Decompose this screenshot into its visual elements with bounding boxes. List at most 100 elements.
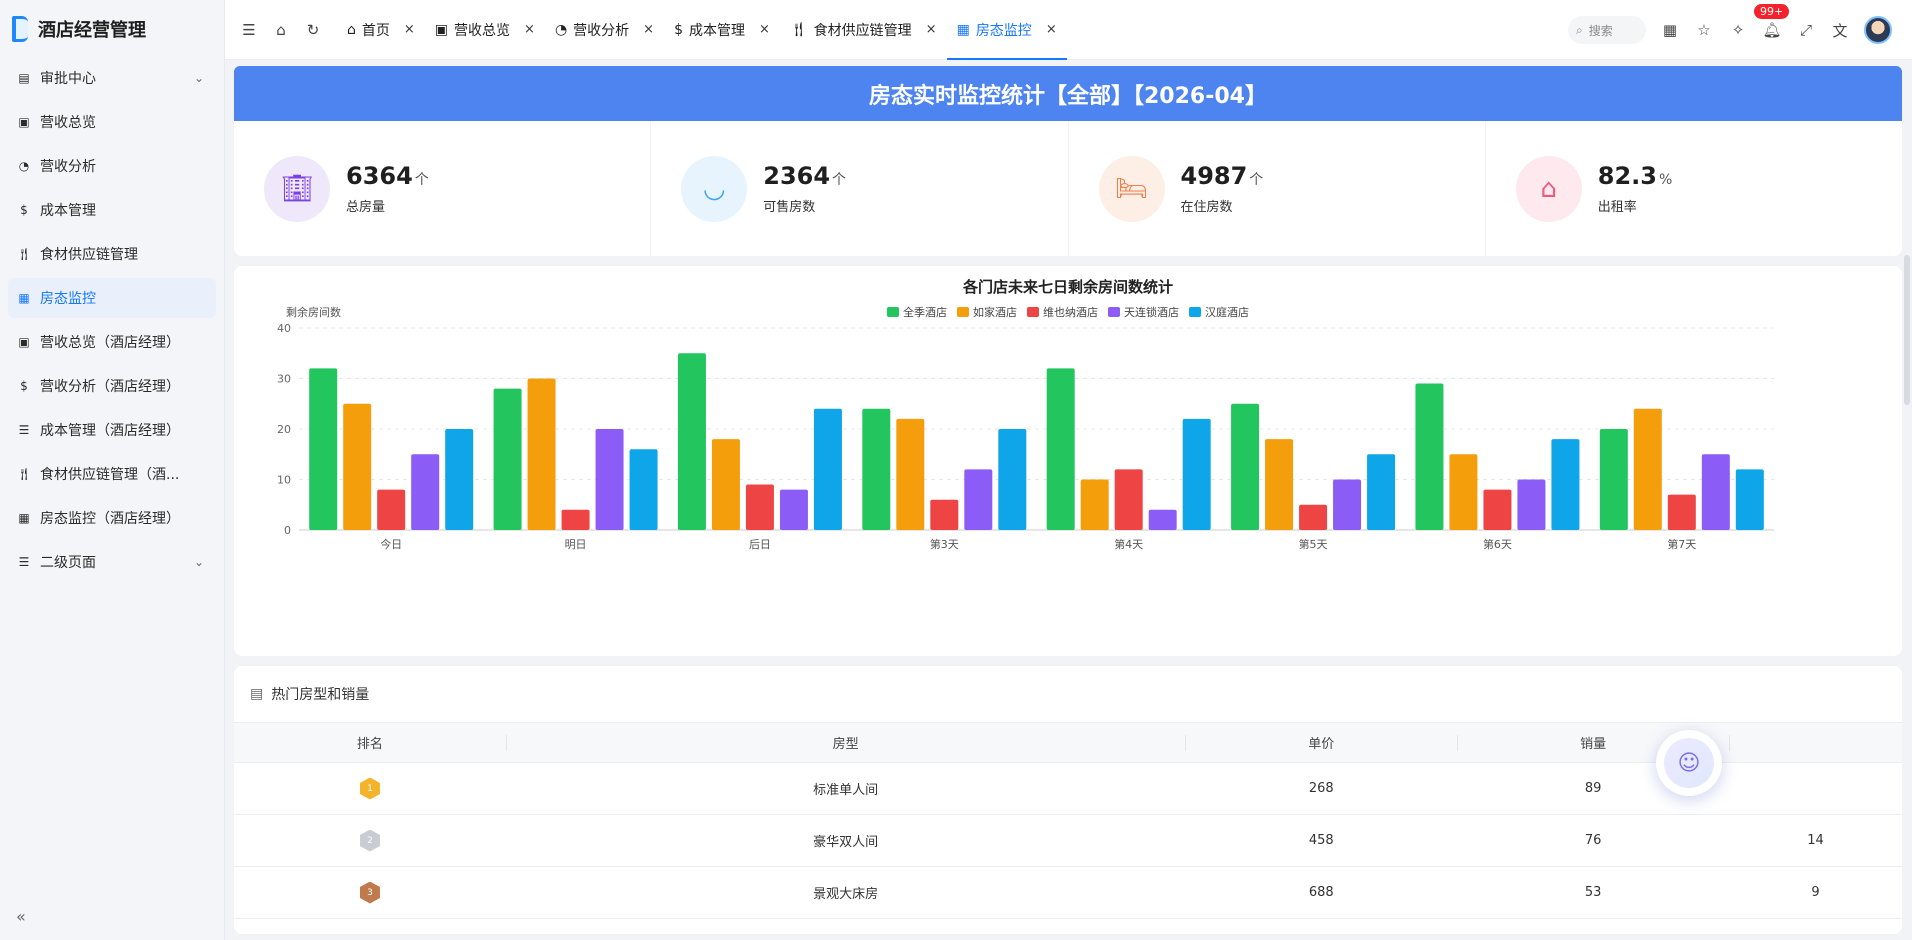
sidebar-item-7[interactable]: $ 营收分析（酒店经理） [8, 366, 216, 406]
tab-4[interactable]: 🍴︎ 食材供应链管理 × [780, 0, 947, 60]
tab-label: 房态监控 [975, 22, 1032, 39]
banner-title: 房态实时监控统计【全部】【2026-04】 [869, 83, 1267, 109]
bar-2-0 [377, 489, 406, 530]
close-icon[interactable]: × [759, 22, 770, 37]
top-room-types-card: ▤ 热门房型和销量 排名 房型 单价 销量 1 标准单人间 268 89 2 豪华双人间 458 7… [234, 666, 1902, 934]
calendar-icon: ▦ [18, 291, 30, 305]
tab-bar: ⌂ 首页 × ▣ 营收总览 × ◔ 营收分析 × $ 成本管理 × 🍴︎ 食材供应链管理 × ▦ 房态监控 × [337, 0, 1067, 60]
stat-value: 2364 [763, 162, 831, 190]
stat-label: 可售房数 [763, 200, 816, 215]
sidebar-item-label: 食材供应链管理 [40, 247, 138, 263]
utensils-icon: 🍴︎ [789, 21, 808, 38]
search-button[interactable]: ⌕ 搜索 [1568, 16, 1646, 44]
sidebar-item-5[interactable]: ▦ 房态监控 [8, 278, 216, 318]
star-icon[interactable]: ☆ [1694, 20, 1714, 40]
y-tick-label: 40 [277, 322, 291, 335]
sidebar-item-label: 二级页面 [40, 555, 96, 571]
page-banner: 房态实时监控统计【全部】【2026-04】 [234, 66, 1902, 121]
sidebar-item-label: 成本管理（酒店经理） [40, 423, 180, 439]
table-row: 2 豪华双人间 458 76 14 [234, 814, 1902, 867]
close-icon[interactable]: × [643, 22, 654, 37]
room-type-cell: 标准单人间 [505, 762, 1186, 815]
close-icon[interactable]: × [1046, 22, 1057, 37]
bell-icon[interactable]: 🔔︎ 99+ [1754, 4, 1790, 40]
sidebar-item-8[interactable]: ☰ 成本管理（酒店经理） [8, 410, 216, 450]
sidebar-item-0[interactable]: ▤ 审批中心 ⌄ [8, 58, 216, 98]
tab-2[interactable]: ◔ 营收分析 × [545, 0, 664, 60]
sidebar-item-label: 营收总览（酒店经理） [40, 335, 180, 351]
room-type-table: 排名 房型 单价 销量 1 标准单人间 268 89 2 豪华双人间 458 76 14 3 景观大床房 6… [234, 722, 1902, 919]
translate-icon[interactable]: 文 [1830, 20, 1850, 40]
close-icon[interactable]: × [404, 22, 415, 37]
sidebar-item-6[interactable]: ▣ 营收总览（酒店经理） [8, 322, 216, 362]
sidebar-item-11[interactable]: ☰ 二级页面 ⌄ [8, 542, 216, 582]
collapse-sidebar-icon[interactable]: « [16, 907, 26, 926]
table-row: 3 景观大床房 688 53 9 [234, 866, 1902, 919]
sidebar-item-2[interactable]: ◔ 营收分析 [8, 146, 216, 186]
bar-0-0 [309, 368, 338, 530]
tab-5[interactable]: ▦ 房态监控 × [946, 0, 1067, 60]
tab-3[interactable]: $ 成本管理 × [664, 0, 780, 60]
sidebar-item-1[interactable]: ▣ 营收总览 [8, 102, 216, 142]
bar-0-4 [1046, 368, 1075, 530]
chevron-down-icon: ⌄ [194, 71, 205, 85]
sidebar-item-4[interactable]: 🍴︎ 食材供应链管理 [8, 234, 216, 274]
tab-label: 营收分析 [573, 22, 630, 39]
sidebar-item-label: 营收分析 [40, 159, 96, 175]
sidebar-item-10[interactable]: ▦ 房态监控（酒店经理） [8, 498, 216, 538]
avatar[interactable] [1864, 16, 1892, 44]
utensils-icon: 🍴︎ [16, 467, 32, 481]
sidebar-item-label: 食材供应链管理（酒... [40, 467, 180, 483]
stat-unit: 个 [832, 172, 847, 188]
stat-card-2: 🛏︎ 4987 个在住房数 [1069, 121, 1486, 256]
close-icon[interactable]: × [524, 22, 535, 37]
sidebar-item-3[interactable]: $ 成本管理 [8, 190, 216, 230]
bar-3-4 [1148, 509, 1177, 530]
tab-label: 首页 [361, 22, 390, 39]
rank-cell: 3 [234, 866, 506, 919]
ai-assistant-button[interactable]: ☺ [1656, 730, 1722, 796]
tab-0[interactable]: ⌂ 首页 × [337, 0, 425, 60]
table-title: ▤ 热门房型和销量 [234, 666, 1902, 722]
apps-grid-icon[interactable]: ▦ [1660, 20, 1680, 40]
approval-icon: ▤ [18, 71, 30, 85]
notification-badge: 99+ [1754, 4, 1790, 19]
analysis-icon: ◔ [18, 159, 30, 173]
bar-1-7 [1633, 408, 1662, 530]
bar-1-0 [343, 403, 372, 530]
bar-1-6 [1449, 454, 1478, 530]
rank-cell: 2 [234, 814, 506, 867]
rank-cell: 1 [234, 762, 506, 815]
home-icon[interactable]: ⌂ [271, 20, 291, 40]
scrollbar[interactable] [1904, 255, 1910, 405]
room-type-cell: 景观大床房 [505, 866, 1186, 919]
column-header-2[interactable]: 单价 [1185, 722, 1458, 763]
sidebar-item-label: 房态监控（酒店经理） [40, 511, 180, 527]
fullscreen-icon[interactable]: ⤢ [1796, 20, 1816, 40]
column-header-4[interactable] [1729, 722, 1902, 763]
bar-0-5 [1231, 403, 1260, 530]
x-tick-label: 后日 [749, 538, 771, 551]
bar-4-1 [629, 449, 658, 530]
y-tick-label: 30 [277, 373, 291, 386]
price-cell: 458 [1185, 814, 1458, 867]
x-tick-label: 第7天 [1667, 537, 1696, 551]
close-icon[interactable]: × [926, 22, 937, 37]
menu-toggle-icon[interactable]: ☰ [239, 20, 259, 40]
sidebar-item-label: 房态监控 [40, 291, 96, 307]
tab-1[interactable]: ▣ 营收总览 × [425, 0, 545, 60]
utensils-icon: 🍴︎ [16, 247, 32, 261]
sidebar-item-9[interactable]: 🍴︎ 食材供应链管理（酒... [8, 454, 216, 494]
refresh-icon[interactable]: ↻ [303, 20, 323, 40]
magic-wand-icon[interactable]: ✧ [1728, 20, 1748, 40]
calendar-icon: ▦ [18, 511, 30, 525]
building-icon: 🏢︎ [264, 155, 330, 222]
dollar-icon: $ [20, 379, 28, 393]
bar-0-1 [493, 388, 522, 530]
column-header-1[interactable]: 房型 [505, 722, 1186, 763]
column-header-0[interactable]: 排名 [234, 722, 506, 763]
bar-4-4 [1182, 418, 1211, 530]
bar-0-3 [862, 408, 891, 530]
x-tick-label: 第5天 [1299, 537, 1328, 551]
bar-3-6 [1517, 479, 1546, 530]
